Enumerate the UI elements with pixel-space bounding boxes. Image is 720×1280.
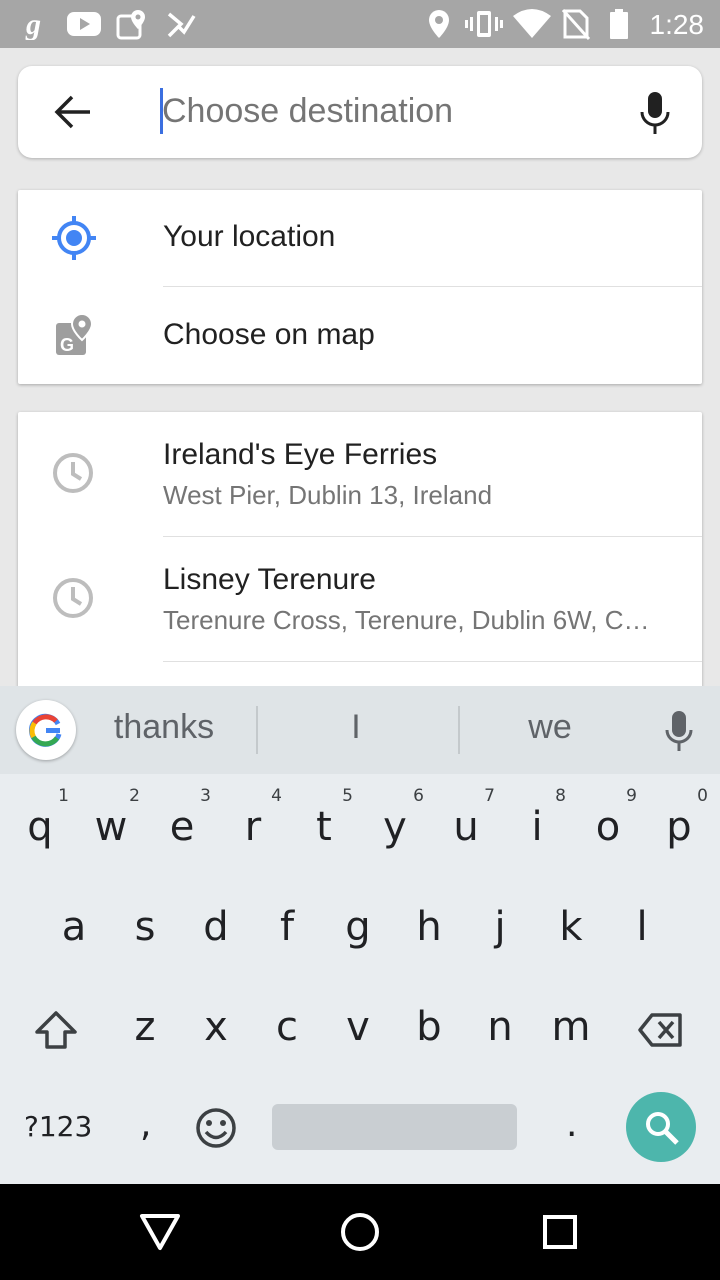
quick-options-card: Your location G Choose on map	[18, 190, 702, 384]
choose-on-map-label: Choose on map	[163, 318, 375, 351]
key-s[interactable]: s	[110, 880, 180, 970]
search-input[interactable]	[162, 82, 602, 140]
key-e[interactable]: 3e	[147, 784, 217, 874]
maps-icon	[116, 10, 145, 40]
key-k[interactable]: k	[536, 880, 606, 970]
suggestion-3[interactable]: we	[500, 708, 600, 747]
choose-on-map-item[interactable]: G Choose on map	[18, 287, 702, 384]
space-bar[interactable]	[272, 1104, 517, 1150]
home-circle-icon[interactable]	[336, 1208, 384, 1256]
suggestion-strip: thanks I we	[0, 686, 720, 774]
history-item[interactable]: Ireland's Eye Ferries West Pier, Dublin …	[18, 412, 702, 536]
mic-icon[interactable]	[638, 90, 672, 136]
vibrate-icon	[465, 11, 503, 37]
history-icon	[53, 453, 93, 493]
period-key[interactable]: .	[566, 1104, 577, 1145]
svg-text:G: G	[60, 335, 74, 355]
check-icon	[167, 12, 196, 38]
google-g-icon	[29, 713, 62, 747]
key-g[interactable]: g	[323, 880, 393, 970]
emoji-icon[interactable]	[194, 1106, 238, 1150]
suggestion-1[interactable]: thanks	[100, 708, 228, 747]
g-icon: g	[25, 8, 41, 40]
your-location-item[interactable]: Your location	[18, 190, 702, 286]
keyboard: thanks I we 1q 2w 3e 4r 5t 6y 7u 8i 9o 0…	[0, 686, 720, 1184]
key-y[interactable]: 6y	[360, 784, 430, 874]
search-key[interactable]	[626, 1092, 696, 1162]
history-item[interactable]: Lisney Terenure Terenure Cross, Terenure…	[18, 537, 702, 661]
my-location-icon	[52, 216, 96, 260]
search-icon	[646, 1112, 679, 1145]
google-button[interactable]	[16, 700, 76, 760]
history-subtitle: Terenure Cross, Terenure, Dublin 6W, Co.…	[163, 605, 658, 635]
suggestion-divider	[256, 706, 258, 754]
location-icon	[429, 10, 449, 38]
no-sim-icon	[562, 8, 590, 40]
key-l[interactable]: l	[607, 880, 677, 970]
key-j[interactable]: j	[465, 880, 535, 970]
status-bar: g 1:28	[0, 0, 720, 48]
search-box	[18, 66, 702, 158]
symbols-key[interactable]: ?123	[24, 1110, 92, 1143]
key-f[interactable]: f	[252, 880, 322, 970]
battery-icon	[610, 9, 628, 39]
key-t[interactable]: 5t	[289, 784, 359, 874]
comma-key[interactable]: ,	[140, 1104, 151, 1145]
key-h[interactable]: h	[394, 880, 464, 970]
key-n[interactable]: n	[465, 980, 535, 1070]
key-d[interactable]: d	[181, 880, 251, 970]
key-w[interactable]: 2w	[76, 784, 146, 874]
key-m[interactable]: m	[536, 980, 606, 1070]
suggestion-2[interactable]: I	[300, 708, 412, 747]
recents-square-icon[interactable]	[536, 1208, 584, 1256]
status-time: 1:28	[649, 9, 705, 40]
key-b[interactable]: b	[394, 980, 464, 1070]
key-o[interactable]: 9o	[573, 784, 643, 874]
youtube-icon	[67, 12, 101, 36]
key-r[interactable]: 4r	[218, 784, 288, 874]
wifi-icon	[513, 9, 551, 38]
backspace-icon[interactable]	[638, 1012, 684, 1048]
key-q[interactable]: 1q	[5, 784, 75, 874]
divider	[163, 661, 702, 662]
key-v[interactable]: v	[323, 980, 393, 1070]
history-icon	[53, 578, 93, 618]
map-pin-icon: G	[56, 313, 94, 355]
navigation-bar	[0, 1184, 720, 1280]
key-p[interactable]: 0p	[644, 784, 714, 874]
history-title: Lisney Terenure	[163, 563, 376, 596]
history-subtitle: West Pier, Dublin 13, Ireland	[163, 480, 493, 510]
shift-icon[interactable]	[34, 1010, 78, 1050]
suggestion-divider	[458, 706, 460, 754]
key-x[interactable]: x	[181, 980, 251, 1070]
key-i[interactable]: 8i	[502, 784, 572, 874]
back-arrow-icon[interactable]	[48, 92, 96, 132]
svg-text:g: g	[25, 8, 41, 40]
key-z[interactable]: z	[110, 980, 180, 1070]
history-title: Ireland's Eye Ferries	[163, 438, 438, 471]
key-c[interactable]: c	[252, 980, 322, 1070]
back-triangle-icon[interactable]	[136, 1208, 184, 1256]
history-card: Ireland's Eye Ferries West Pier, Dublin …	[18, 412, 702, 712]
key-u[interactable]: 7u	[431, 784, 501, 874]
key-a[interactable]: a	[39, 880, 109, 970]
keyboard-mic-icon[interactable]	[664, 710, 694, 752]
your-location-label: Your location	[163, 220, 336, 253]
